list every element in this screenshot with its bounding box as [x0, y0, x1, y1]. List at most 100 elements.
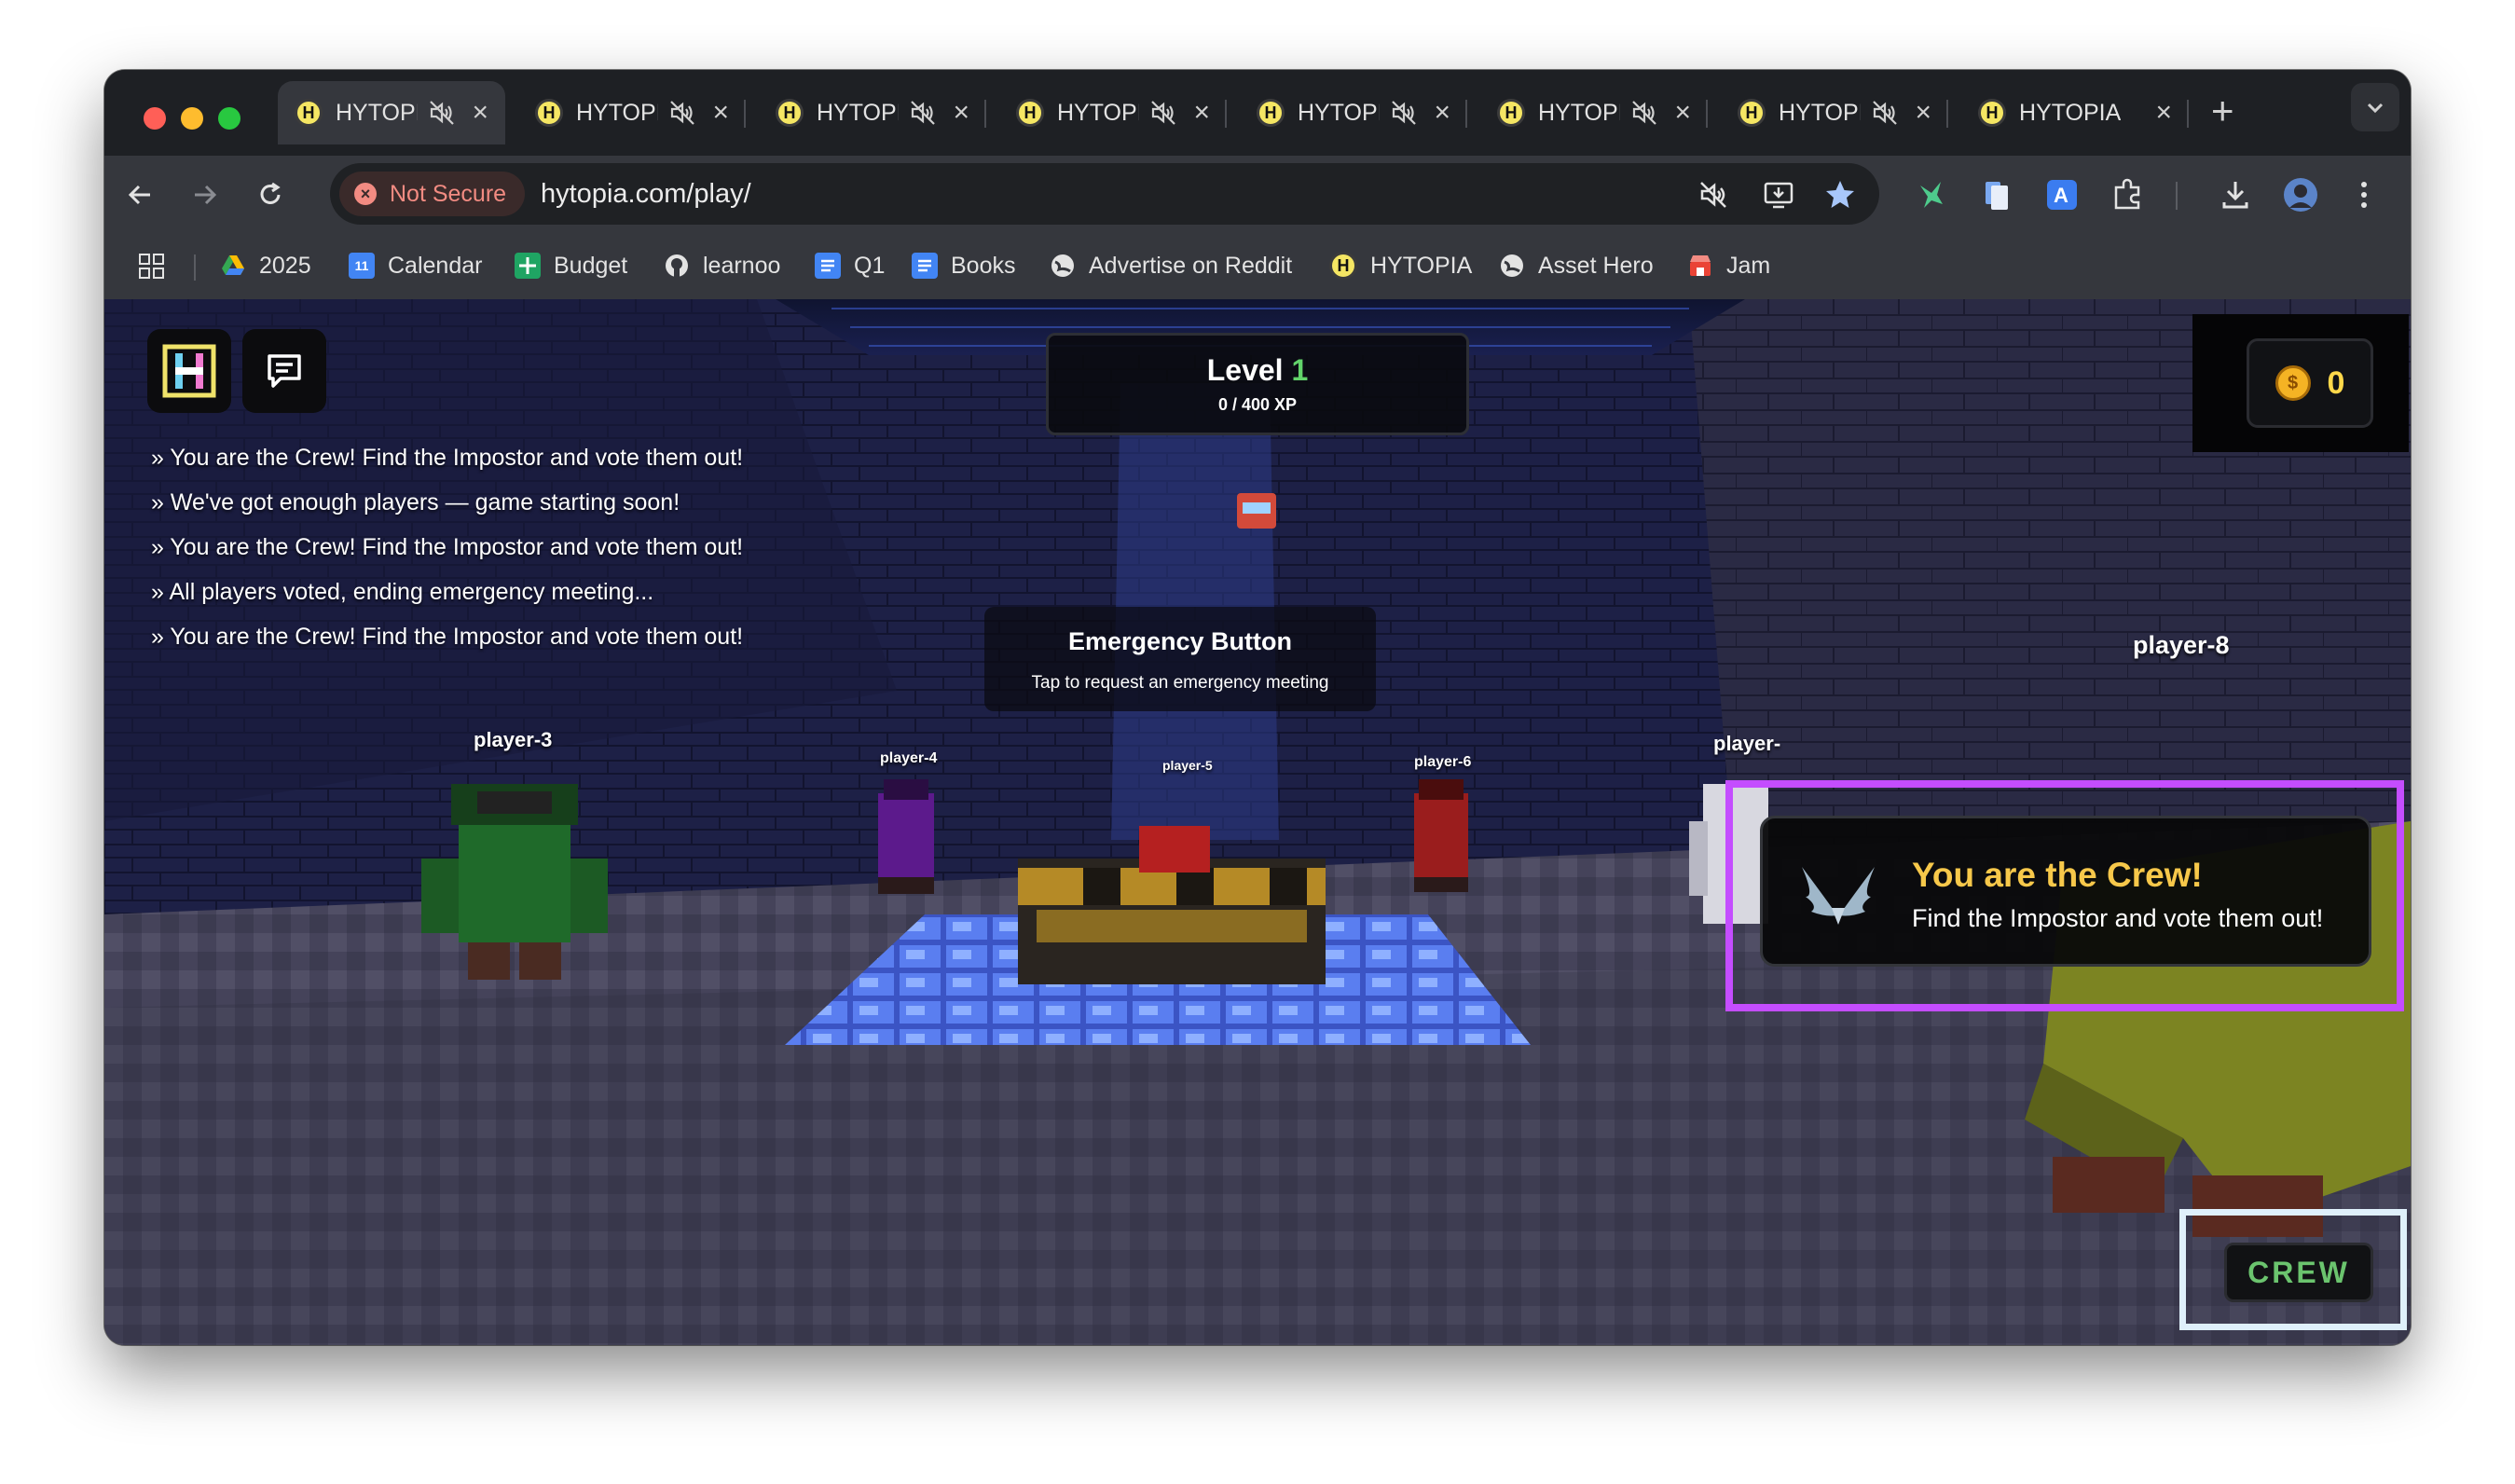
address-bar[interactable]: × Not Secure hytopia.com/play/ [330, 163, 1879, 225]
tab-close-icon[interactable]: × [712, 97, 729, 129]
install-app-icon[interactable] [1762, 178, 1795, 212]
tab-close-icon[interactable]: × [953, 97, 969, 129]
profile-avatar[interactable] [2282, 176, 2319, 213]
wings-icon [1802, 867, 1875, 925]
tab-separator [1465, 100, 1467, 128]
bookmark-budget[interactable]: Budget [515, 247, 627, 284]
tab-title: HYTOPIA [336, 99, 418, 126]
downloads-icon[interactable] [2217, 176, 2254, 213]
tab-muted-icon[interactable] [1629, 98, 1659, 128]
hytopia-favicon-icon: H [1257, 99, 1285, 127]
emergency-title: Emergency Button [1067, 627, 1293, 655]
tab-title: HYTOPIA [1057, 99, 1139, 126]
tab-muted-icon[interactable] [667, 98, 697, 128]
hytopia-logo[interactable] [147, 329, 231, 413]
bookmark-books[interactable]: Books [912, 247, 1015, 284]
level-panel: Level 1 0 / 400 XP [1046, 333, 1469, 435]
svg-text:A: A [2054, 184, 2068, 207]
browser-tab[interactable]: H HYTOPIA × [278, 81, 505, 144]
bookmark-2025[interactable]: 2025 [220, 247, 311, 284]
bookmark-star-icon[interactable] [1823, 178, 1857, 212]
bookmark-asset-hero[interactable]: Asset Hero [1499, 247, 1654, 284]
tab-muted-icon[interactable] [1148, 98, 1178, 128]
hytopia-favicon-icon: H [776, 99, 804, 127]
new-tab-button[interactable]: + [2211, 89, 2234, 133]
tab-close-icon[interactable]: × [1434, 97, 1450, 129]
calendar-icon: 11 [349, 253, 375, 279]
tab-muted-icon[interactable] [1389, 98, 1419, 128]
hytopia-favicon-icon: H [1738, 99, 1766, 127]
game-viewport[interactable]: » You are the Crew! Find the Impostor an… [104, 299, 2411, 1345]
docs-icon [815, 253, 841, 279]
toolbar: × Not Secure hytopia.com/play/ A [104, 156, 2411, 234]
close-window-button[interactable] [144, 107, 166, 130]
bookmark-jam[interactable]: Jam [1687, 247, 1770, 284]
browser-tab[interactable]: H HYTOPIA × [1240, 81, 1467, 144]
zoom-window-button[interactable] [218, 107, 241, 130]
extension-translate-icon[interactable]: A [2043, 176, 2081, 213]
tab-close-icon[interactable]: × [472, 97, 488, 129]
muted-site-icon[interactable] [1697, 178, 1730, 212]
chat-message: » You are the Crew! Find the Impostor an… [151, 624, 744, 650]
globe-icon [1501, 254, 1523, 277]
bookmark-learnoo[interactable]: learnoo [664, 247, 780, 284]
google-drive-icon [222, 255, 244, 275]
coin-icon: $ [2274, 365, 2311, 401]
level-title: Level 1 [1207, 353, 1309, 388]
tab-muted-icon[interactable] [1870, 98, 1900, 128]
chat-log: » You are the Crew! Find the Impostor an… [151, 441, 766, 665]
apps-grid-icon[interactable] [138, 253, 166, 281]
extension-bird-icon[interactable] [1913, 176, 1950, 213]
github-icon [666, 254, 688, 277]
chat-message: » You are the Crew! Find the Impostor an… [151, 534, 744, 560]
back-button[interactable] [114, 169, 166, 221]
tab-close-icon[interactable]: × [1193, 97, 1210, 129]
browser-tab[interactable]: H HYTOPIA × [999, 81, 1227, 144]
bookmark-advertise-on-reddit[interactable]: Advertise on Reddit [1050, 247, 1292, 284]
player-label-7: player- [1713, 732, 1781, 755]
emergency-button-prompt[interactable]: Emergency Button Tap to request an emerg… [984, 607, 1376, 711]
player-label-8: player-8 [2133, 631, 2230, 659]
browser-tab[interactable]: H HYTOPIA × [518, 81, 746, 144]
security-chip[interactable]: × Not Secure [339, 172, 526, 216]
role-notice-title: You are the Crew! [1912, 856, 2203, 894]
bookmark-calendar[interactable]: 11 Calendar [349, 247, 482, 284]
tab-muted-icon[interactable] [427, 98, 457, 128]
browser-tab[interactable]: H HYTOPIA × [759, 81, 986, 144]
forward-button[interactable] [179, 169, 231, 221]
tab-muted-icon[interactable] [908, 98, 938, 128]
security-label: Not Secure [390, 180, 507, 207]
hytopia-favicon-icon: H [1978, 99, 2006, 127]
browser-tab[interactable]: H HYTOPIA × [1721, 81, 1948, 144]
tab-title: HYTOPIA [1298, 99, 1380, 126]
more-menu-icon[interactable] [2345, 176, 2383, 213]
tab-title: HYTOPIA [576, 99, 658, 126]
tab-close-icon[interactable]: × [2155, 97, 2172, 129]
level-label: Level [1206, 353, 1284, 387]
tab-close-icon[interactable]: × [1915, 97, 1931, 129]
tab-close-icon[interactable]: × [1674, 97, 1691, 129]
extensions-puzzle-icon[interactable] [2109, 176, 2146, 213]
tab-separator [984, 100, 986, 128]
tab-title: HYTOPIA [1779, 99, 1861, 126]
warning-x-icon: × [354, 183, 377, 205]
browser-tab[interactable]: H HYTOPIA × [1961, 81, 2189, 144]
browser-tab[interactable]: H HYTOPIA × [1480, 81, 1708, 144]
bookmark-q1[interactable]: Q1 [815, 247, 885, 284]
bookmark-label: HYTOPIA [1370, 252, 1473, 279]
hytopia-favicon-icon: H [295, 99, 323, 127]
tab-title: HYTOPIA [1538, 99, 1620, 126]
chevron-down-icon [2367, 103, 2384, 114]
role-notice: You are the Crew! Find the Impostor and … [1760, 816, 2371, 967]
chat-button[interactable] [242, 329, 326, 413]
tab-search-button[interactable] [2351, 83, 2399, 131]
xp-progress: 0 / 400 XP [1217, 395, 1298, 414]
bookmark-hytopia[interactable]: H HYTOPIA [1329, 247, 1472, 284]
extension-docs-icon[interactable] [1978, 176, 2015, 213]
url-text[interactable]: hytopia.com/play/ [541, 179, 751, 210]
reload-button[interactable] [244, 169, 296, 221]
minimize-window-button[interactable] [181, 107, 203, 130]
level-number: 1 [1291, 353, 1309, 387]
bookmark-label: learnoo [703, 252, 781, 279]
globe-icon [1051, 254, 1074, 277]
